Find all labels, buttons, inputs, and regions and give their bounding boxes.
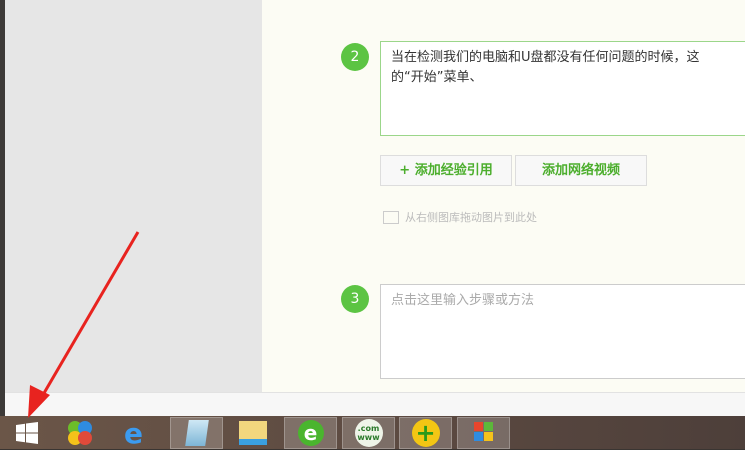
image-drop-hint: 从右侧图库拖动图片到此处 bbox=[383, 209, 537, 225]
ie-icon: e bbox=[124, 416, 143, 450]
step-3-placeholder: 点击这里输入步骤或方法 bbox=[391, 293, 535, 308]
folder-icon bbox=[238, 421, 267, 445]
windows-flag-icon bbox=[473, 422, 493, 441]
step-number-2: 2 bbox=[341, 43, 369, 71]
taskbar: e e .com www + bbox=[0, 416, 745, 450]
taskbar-browser-e[interactable]: e bbox=[284, 417, 337, 449]
start-button[interactable] bbox=[0, 417, 53, 449]
green-e-icon: e bbox=[297, 420, 324, 446]
bottom-bar bbox=[5, 392, 745, 416]
taskbar-dot-com[interactable]: .com www bbox=[342, 417, 395, 449]
image-icon bbox=[383, 210, 399, 224]
add-video-button[interactable]: 添加网络视频 bbox=[515, 155, 647, 186]
plus-circle-icon: + bbox=[411, 419, 440, 447]
notepad-icon bbox=[184, 420, 209, 446]
step-3-textarea[interactable]: 点击这里输入步骤或方法 bbox=[380, 284, 745, 379]
windows-logo-icon bbox=[15, 422, 38, 444]
taskbar-internet-explorer[interactable]: e bbox=[107, 416, 160, 450]
360-icon bbox=[67, 421, 92, 445]
taskbar-windows-media[interactable] bbox=[457, 417, 510, 449]
taskbar-file-explorer[interactable] bbox=[226, 417, 279, 449]
dotcom-icon: .com www bbox=[354, 419, 383, 447]
taskbar-notepad[interactable] bbox=[170, 417, 223, 449]
add-reference-button[interactable]: + 添加经验引用 bbox=[380, 155, 512, 186]
step-2-textarea[interactable]: 当在检测我们的电脑和U盘都没有任何问题的时候，这 的“开始”菜单、 bbox=[380, 41, 745, 136]
step-number-3: 3 bbox=[341, 285, 369, 313]
step-2-text-line1: 当在检测我们的电脑和U盘都没有任何问题的时候，这 bbox=[391, 50, 700, 65]
left-panel bbox=[5, 0, 262, 392]
taskbar-add-tool[interactable]: + bbox=[399, 417, 452, 449]
hint-text: 从右侧图库拖动图片到此处 bbox=[405, 211, 537, 224]
step-2-text-line2: 的“开始”菜单、 bbox=[391, 70, 483, 85]
taskbar-app-360[interactable] bbox=[53, 417, 106, 449]
